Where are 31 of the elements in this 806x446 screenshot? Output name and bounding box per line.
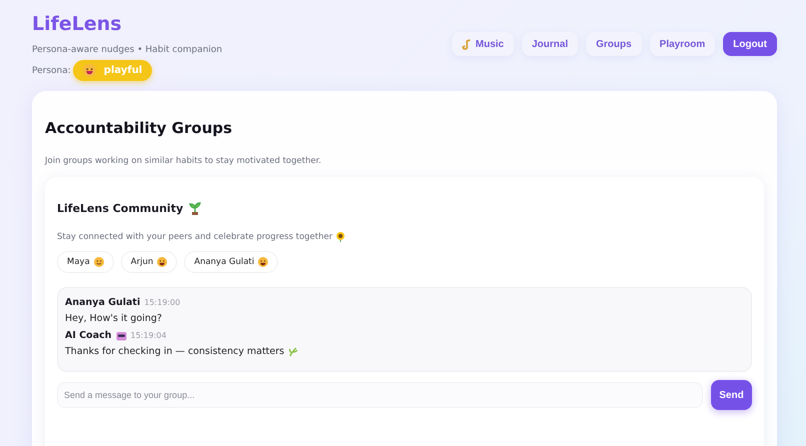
- face-icon: [157, 257, 168, 267]
- persona-badge: playful: [72, 60, 152, 81]
- page-title: Accountability Groups: [45, 119, 234, 137]
- face-icon: [94, 257, 104, 267]
- sunflower-icon: [336, 232, 346, 242]
- nav-button[interactable]: Playroom: [650, 32, 716, 56]
- message-text: Hey, How's it going?: [65, 313, 162, 324]
- nav-button[interactable]: Journal: [522, 32, 578, 56]
- nav-button[interactable]: Groups: [586, 32, 642, 56]
- nav-button[interactable]: Music: [452, 32, 514, 56]
- herb-icon: [288, 346, 298, 356]
- group-description: Stay connected with your peers and celebrate progress together: [57, 232, 332, 242]
- page-subtitle: Join groups working on similar habits to stay motivated together.: [45, 156, 322, 166]
- message-author: Ananya Gulati: [65, 297, 140, 308]
- message-time: 15:19:00: [144, 298, 180, 307]
- seedling-icon: [189, 202, 202, 215]
- nav-button[interactable]: Logout: [723, 32, 777, 56]
- message-author: AI Coach: [65, 330, 112, 341]
- member-chip: Maya: [57, 251, 114, 273]
- send-button[interactable]: Send: [711, 380, 752, 410]
- laughing-face-icon: [82, 64, 96, 77]
- tagline: Persona-aware nudges • Habit companion: [32, 45, 222, 55]
- app-title: LifeLens: [32, 12, 123, 36]
- persona-label: Persona:: [32, 66, 71, 76]
- message-time: 15:19:04: [130, 331, 166, 340]
- message-text: Thanks for checking in — consistency matters: [65, 346, 284, 357]
- member-chip: Arjun: [120, 251, 178, 273]
- member-chip: Ananya Gulati: [184, 251, 278, 273]
- face-icon: [258, 257, 268, 267]
- message-input[interactable]: Send a message to your group...: [57, 382, 703, 408]
- group-name: LifeLens Community: [57, 202, 184, 215]
